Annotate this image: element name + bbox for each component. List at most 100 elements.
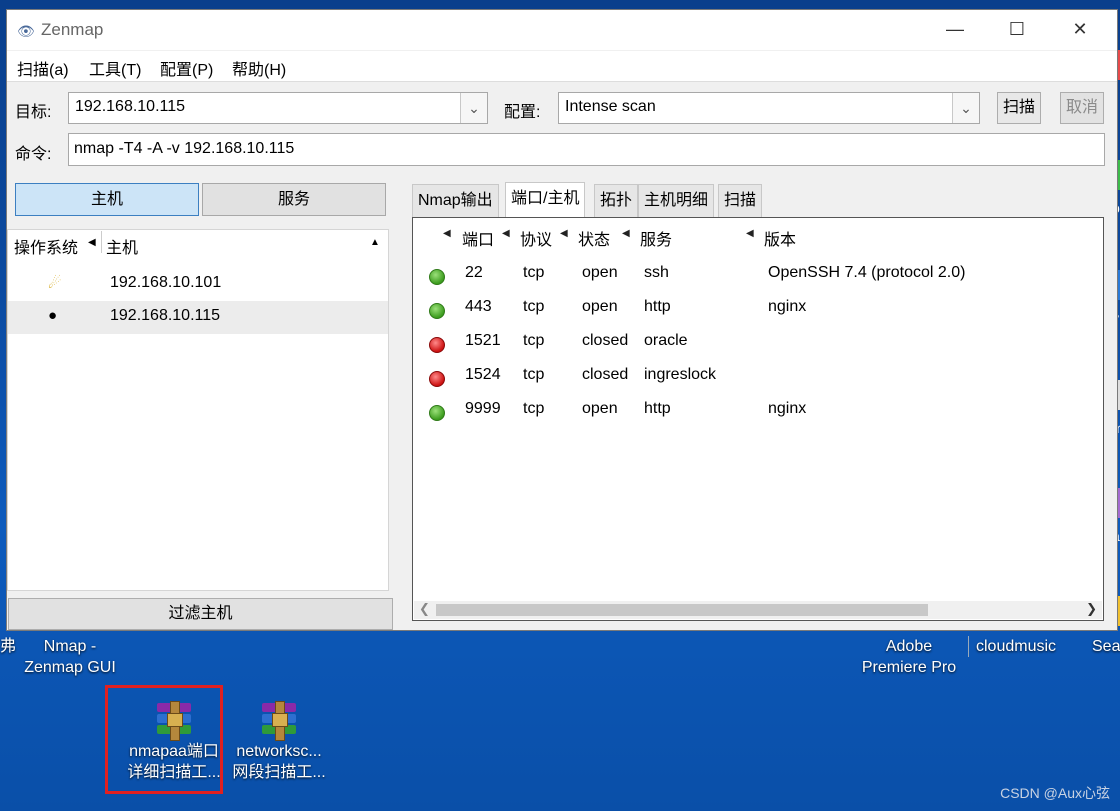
menu-bar: 扫描(a) 工具(T) 配置(P) 帮助(H) [7, 51, 1117, 82]
services-toggle-button[interactable]: 服务 [202, 183, 386, 216]
maximize-button[interactable]: ☐ [987, 10, 1047, 50]
table-row[interactable]: 22 tcp open ssh OpenSSH 7.4 (protocol 2.… [413, 259, 1103, 293]
open-status-icon [429, 405, 445, 421]
desktop-icon-cloudmusic-label[interactable]: cloudmusic [968, 636, 1063, 657]
profile-combo[interactable]: Intense scan ⌄ [558, 92, 980, 124]
unknown-os-icon: ☄ [48, 275, 62, 292]
tab-ports-hosts[interactable]: 端口/主机 [505, 182, 586, 217]
scroll-left-icon[interactable]: ❮ [419, 601, 430, 617]
zenmap-eye-icon: 👁 [17, 23, 35, 39]
ports-table: ◀ 端口 ◀ 协议 ◀ 状态 ◀ 服务 ◀ 版本 22 tcp open ssh… [412, 217, 1104, 621]
target-input[interactable]: 192.168.10.115 [75, 98, 185, 116]
command-input[interactable]: nmap -T4 -A -v 192.168.10.115 [74, 140, 294, 158]
col-proto-header[interactable]: 协议 [520, 226, 552, 250]
command-field[interactable]: nmap -T4 -A -v 192.168.10.115 [68, 133, 1105, 166]
tab-host-details[interactable]: 主机明细 [638, 184, 715, 217]
col-version-header[interactable]: 版本 [764, 226, 796, 250]
chevron-down-icon[interactable]: ⌄ [952, 93, 979, 123]
table-row[interactable]: 1521 tcp closed oracle [413, 327, 1103, 361]
premiere-label-line2: Premiere Pro [861, 659, 957, 676]
state-cell: open [582, 400, 618, 417]
zenmap-window: 👁 Zenmap — ☐ ✕ 扫描(a) 工具(T) 配置(P) 帮助(H) 目… [6, 9, 1118, 631]
command-label: 命令: [15, 146, 52, 163]
desktop-icon-zenmap-label[interactable]: Nmap - Zenmap GUI [12, 636, 128, 678]
scrollbar-thumb[interactable] [436, 604, 928, 616]
window-title: Zenmap [41, 20, 104, 39]
version-cell: nginx [768, 400, 807, 417]
proto-cell: tcp [523, 400, 545, 417]
sort-left-icon: ◀ [88, 237, 96, 248]
port-cell: 443 [465, 298, 492, 315]
proto-cell: tcp [523, 298, 545, 315]
port-cell: 1524 [465, 366, 501, 383]
zenmap-label-line1: Nmap - [43, 638, 97, 655]
tab-topology[interactable]: 拓扑 [594, 184, 639, 217]
menu-profile[interactable]: 配置(P) [160, 56, 213, 80]
col-os-header[interactable]: 操作系统 [14, 234, 78, 258]
col-host-header[interactable]: 主机 [106, 234, 138, 258]
highlight-box [105, 685, 223, 794]
close-button[interactable]: ✕ [1050, 10, 1110, 50]
target-label: 目标: [15, 104, 52, 121]
desktop-icon-premiere-label[interactable]: Adobe Premiere Pro [850, 636, 968, 678]
sort-left-icon: ◀ [443, 228, 451, 239]
service-cell: http [644, 400, 671, 417]
proto-cell: tcp [523, 264, 545, 281]
service-cell: ingreslock [644, 366, 717, 383]
menu-tools[interactable]: 工具(T) [89, 56, 141, 80]
zenmap-label-line2: Zenmap GUI [24, 659, 116, 676]
state-cell: open [582, 298, 618, 315]
target-combo[interactable]: 192.168.10.115 ⌄ [68, 92, 488, 124]
sort-left-icon: ◀ [622, 228, 630, 239]
menu-scan[interactable]: 扫描(a) [17, 56, 69, 80]
col-state-header[interactable]: 状态 [578, 226, 610, 250]
tab-scans[interactable]: 扫描 [718, 184, 763, 217]
menu-help[interactable]: 帮助(H) [232, 56, 286, 80]
scan-button[interactable]: 扫描 [997, 92, 1041, 124]
sort-left-icon: ◀ [746, 228, 754, 239]
file-label-line1: networksc... [236, 743, 322, 760]
horizontal-scrollbar[interactable]: ❮ ❯ [414, 601, 1102, 619]
profile-label: 配置: [504, 104, 541, 121]
port-cell: 9999 [465, 400, 501, 417]
open-status-icon [429, 269, 445, 285]
host-list-header: 操作系统 ◀ 主机 ▲ [8, 230, 388, 258]
chevron-down-icon[interactable]: ⌄ [460, 93, 487, 123]
minimize-button[interactable]: — [925, 10, 985, 50]
table-row[interactable]: 443 tcp open http nginx [413, 293, 1103, 327]
watermark: CSDN @Aux心弦 [1000, 785, 1110, 801]
host-row[interactable]: ☄ 192.168.10.101 [8, 268, 388, 301]
title-bar[interactable]: 👁 Zenmap — ☐ ✕ [7, 10, 1117, 50]
version-cell: nginx [768, 298, 807, 315]
sort-left-icon: ◀ [560, 228, 568, 239]
version-cell: OpenSSH 7.4 (protocol 2.0) [768, 264, 966, 281]
tab-nmap-output[interactable]: Nmap输出 [412, 184, 499, 217]
col-service-header[interactable]: 服务 [640, 226, 672, 250]
table-row[interactable]: 9999 tcp open http nginx [413, 395, 1103, 429]
col-port-header[interactable]: 端口 [462, 226, 494, 250]
host-ip: 192.168.10.115 [110, 307, 221, 324]
hosts-toggle-button[interactable]: 主机 [15, 183, 199, 216]
service-cell: http [644, 298, 671, 315]
table-row[interactable]: 1524 tcp closed ingreslock [413, 361, 1103, 395]
proto-cell: tcp [523, 366, 545, 383]
desktop-file-networkscan[interactable]: networksc... 网段扫描工... [219, 701, 339, 783]
sort-up-icon: ▲ [370, 237, 380, 248]
port-cell: 22 [465, 264, 483, 281]
host-row[interactable]: ● 192.168.10.115 [8, 301, 388, 334]
desktop-icon-sea-label[interactable]: Sea [1092, 636, 1120, 657]
host-list: 操作系统 ◀ 主机 ▲ ☄ 192.168.10.101 ● 192.168.1… [7, 229, 389, 591]
cancel-button[interactable]: 取消 [1060, 92, 1104, 124]
filter-hosts-button[interactable]: 过滤主机 [8, 598, 393, 630]
premiere-label-line1: Adobe [885, 638, 933, 655]
sort-left-icon: ◀ [502, 228, 510, 239]
closed-status-icon [429, 337, 445, 353]
closed-status-icon [429, 371, 445, 387]
state-cell: open [582, 264, 618, 281]
open-status-icon [429, 303, 445, 319]
service-cell: ssh [644, 264, 669, 281]
service-cell: oracle [644, 332, 688, 349]
scroll-right-icon[interactable]: ❯ [1086, 601, 1097, 617]
proto-cell: tcp [523, 332, 545, 349]
linux-penguin-icon: ● [48, 307, 58, 324]
